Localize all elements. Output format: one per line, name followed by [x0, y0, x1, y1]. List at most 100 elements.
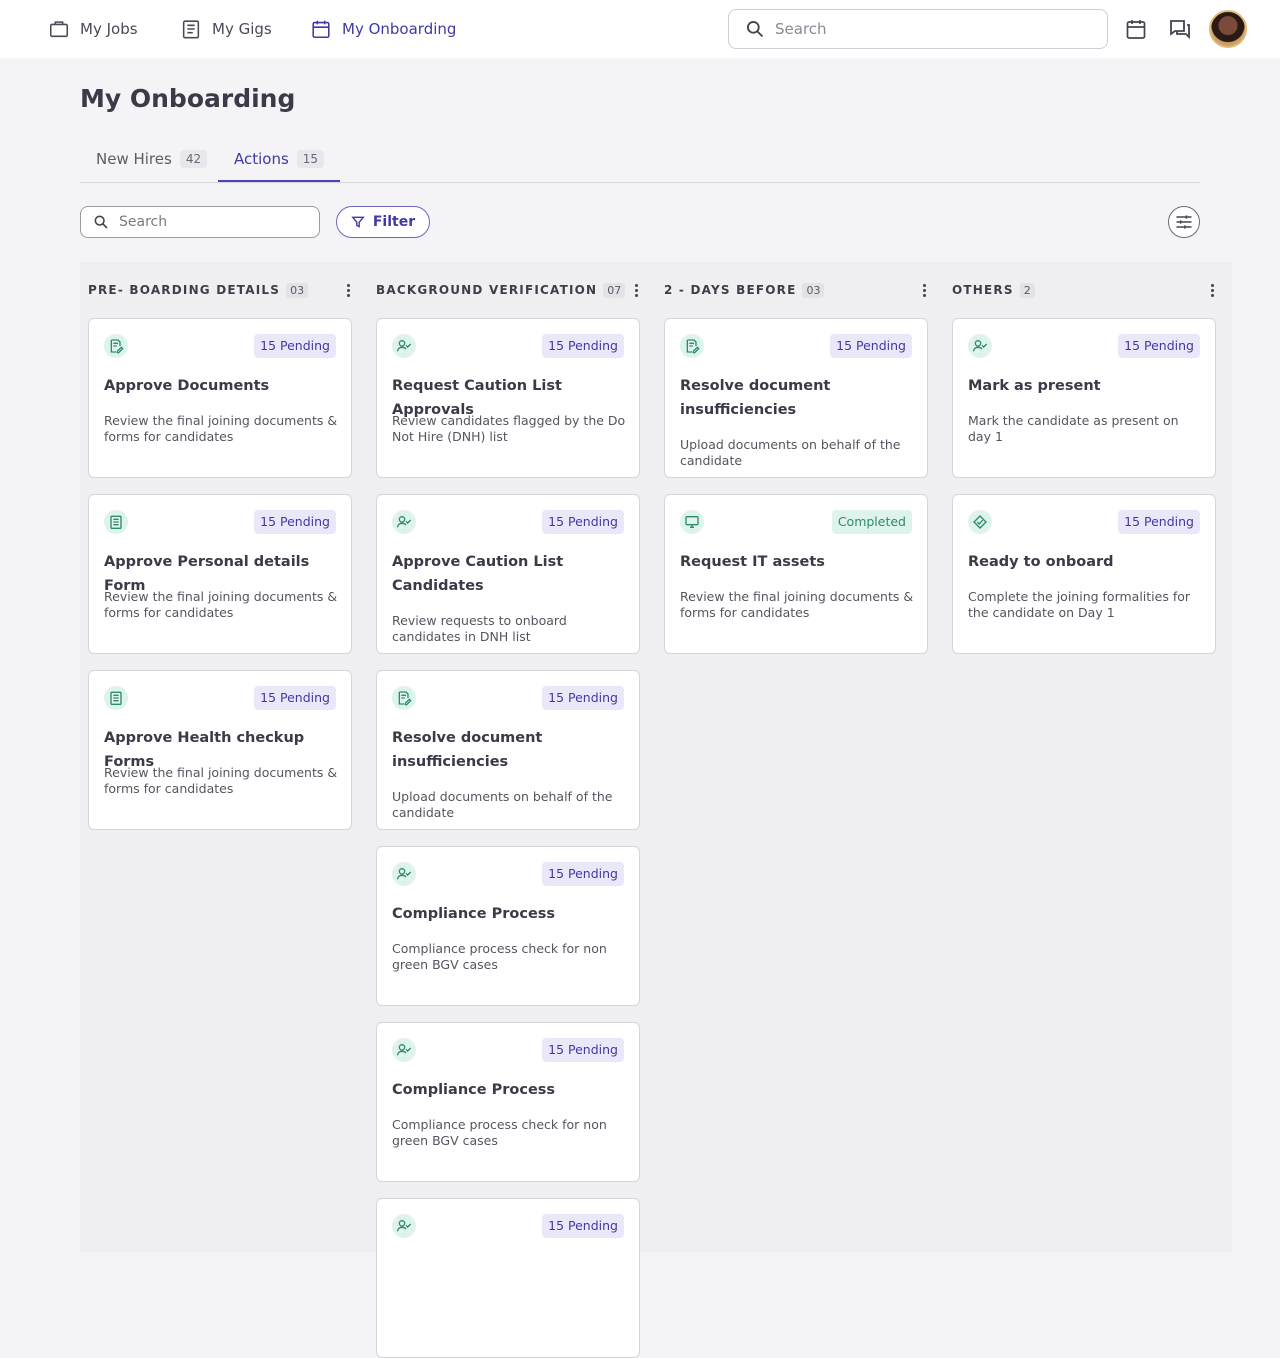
global-search-input[interactable]: [775, 20, 1075, 38]
status-badge: 15 Pending: [542, 1038, 624, 1062]
handshake-icon: [968, 510, 992, 534]
monitor-icon: [680, 510, 704, 534]
status-badge: 15 Pending: [830, 334, 912, 358]
status-badge: 15 Pending: [254, 334, 336, 358]
card-title: Approve Caution List Candidates: [392, 554, 564, 594]
chat-icon[interactable]: [1168, 17, 1192, 41]
action-card[interactable]: 15 Pending Ready to onboard Complete the j…: [952, 494, 1216, 654]
card-title: Compliance Process: [392, 906, 556, 922]
nav-my-jobs[interactable]: My Jobs: [48, 16, 138, 42]
column-title: OTHERS: [952, 283, 1014, 297]
card-description: Review requests to onboard candidates in…: [392, 613, 567, 644]
action-card[interactable]: 15 Pending Resolve document insufficienci…: [376, 670, 640, 830]
user-check-icon: [392, 334, 416, 358]
nav-my-gigs[interactable]: My Gigs: [180, 16, 272, 42]
action-card[interactable]: 15 Pending Approve Personal details Form R…: [88, 494, 352, 654]
action-card[interactable]: 15 Pending Approve Caution List Candidate…: [376, 494, 640, 654]
action-card[interactable]: 15 Pending Resolve document insufficienci…: [664, 318, 928, 478]
card-title: Mark as present: [968, 378, 1101, 394]
kebab-menu-icon[interactable]: [628, 282, 644, 298]
kebab-menu-icon[interactable]: [340, 282, 356, 298]
card-description: Mark the candidate as present on day 1: [968, 413, 1179, 444]
kebab-menu-icon[interactable]: [916, 282, 932, 298]
card-description: Review the final joining documents & for…: [680, 589, 914, 620]
action-card[interactable]: 15 Pending Mark as present Mark the candid…: [952, 318, 1216, 478]
column-count: 03: [286, 282, 309, 298]
form-icon: [104, 686, 128, 710]
page-title: My Onboarding: [80, 84, 296, 113]
card-title: Ready to onboard: [968, 554, 1114, 570]
nav-label: My Jobs: [80, 20, 138, 38]
status-badge: 15 Pending: [542, 686, 624, 710]
search-icon: [94, 215, 108, 229]
filter-button[interactable]: Filter: [336, 206, 430, 238]
filter-icon: [351, 216, 365, 228]
nav-label: My Onboarding: [342, 20, 457, 38]
column-header: OTHERS 2: [952, 280, 1224, 300]
status-badge: 15 Pending: [542, 334, 624, 358]
global-search[interactable]: [728, 9, 1108, 49]
actions-search[interactable]: [80, 206, 320, 238]
form-icon: [104, 510, 128, 534]
status-badge: 15 Pending: [1118, 510, 1200, 534]
calendar-icon[interactable]: [1124, 17, 1148, 41]
column-header: BACKGROUND VERIFICATION 07: [376, 280, 648, 300]
action-card[interactable]: 15 Pending Approve Documents Review the fi…: [88, 318, 352, 478]
status-badge: 15 Pending: [1118, 334, 1200, 358]
search-icon: [747, 21, 764, 38]
view-settings-button[interactable]: [1168, 206, 1200, 238]
actions-search-input[interactable]: [119, 214, 309, 230]
card-title: Resolve document insufficiencies: [392, 730, 543, 770]
card-description: Compliance process check for non green B…: [392, 941, 607, 972]
card-description: Review the final joining documents & for…: [104, 765, 338, 796]
calendar-icon: [312, 20, 330, 39]
status-badge: 15 Pending: [254, 686, 336, 710]
clipboard-icon: [182, 20, 200, 39]
card-description: Compliance process check for non green B…: [392, 1117, 607, 1148]
status-badge: 15 Pending: [542, 862, 624, 886]
column-title: BACKGROUND VERIFICATION: [376, 283, 598, 297]
briefcase-icon: [49, 21, 69, 38]
action-card[interactable]: 15 Pending Approve Health checkup Forms Re…: [88, 670, 352, 830]
action-card[interactable]: 15 Pending: [376, 1198, 640, 1358]
card-title: Compliance Process: [392, 1082, 556, 1098]
user-check-icon: [392, 1214, 416, 1238]
action-card[interactable]: 15 Pending Compliance Process Compliance p…: [376, 846, 640, 1006]
user-check-icon: [392, 510, 416, 534]
action-card[interactable]: 15 Pending Request Caution List Approvals…: [376, 318, 640, 478]
avatar[interactable]: [1209, 10, 1247, 48]
column-3: 2 - DAYS BEFORE 03 15 Pending Resolve docum…: [656, 262, 944, 1252]
status-badge: 15 Pending: [542, 510, 624, 534]
user-check-icon: [968, 334, 992, 358]
status-badge: Completed: [831, 510, 912, 534]
card-description: Review the final joining documents & for…: [104, 589, 338, 620]
kebab-menu-icon[interactable]: [1204, 282, 1220, 298]
action-card[interactable]: 15 Pending Compliance Process Compliance p…: [376, 1022, 640, 1182]
filter-label: Filter: [372, 214, 416, 230]
card-description: Upload documents on behalf of the candid…: [680, 437, 901, 468]
tab-new-hires[interactable]: New Hires 42: [80, 146, 223, 182]
tab-label: New Hires: [96, 150, 172, 168]
column-count: 07: [603, 282, 626, 298]
user-check-icon: [392, 862, 416, 886]
tab-bar: New Hires 42 Actions 15: [80, 146, 1200, 183]
column-header: 2 - DAYS BEFORE 03: [664, 280, 936, 300]
action-card[interactable]: Completed Request IT assets Review the fin…: [664, 494, 928, 654]
column-title: 2 - DAYS BEFORE: [664, 283, 797, 297]
card-title: Approve Documents: [104, 378, 270, 394]
top-navigation: My Jobs My Gigs My Onboarding: [0, 0, 1280, 58]
nav-label: My Gigs: [212, 20, 272, 38]
column-header: PRE- BOARDING DETAILS 03: [88, 280, 360, 300]
user-check-icon: [392, 1038, 416, 1062]
card-description: Upload documents on behalf of the candid…: [392, 789, 613, 820]
document-edit-icon: [104, 334, 128, 358]
tab-count: 42: [179, 150, 208, 168]
card-title: Resolve document insufficiencies: [680, 378, 831, 418]
status-badge: 15 Pending: [542, 1214, 624, 1238]
tab-actions[interactable]: Actions 15: [218, 146, 341, 182]
column-4: OTHERS 2 15 Pending Mark as present Mark the…: [944, 262, 1232, 1252]
column-1: PRE- BOARDING DETAILS 03 15 Pending Approve…: [80, 262, 368, 1252]
column-title: PRE- BOARDING DETAILS: [88, 283, 281, 297]
nav-my-onboarding[interactable]: My Onboarding: [310, 16, 456, 42]
status-badge: 15 Pending: [254, 510, 336, 534]
